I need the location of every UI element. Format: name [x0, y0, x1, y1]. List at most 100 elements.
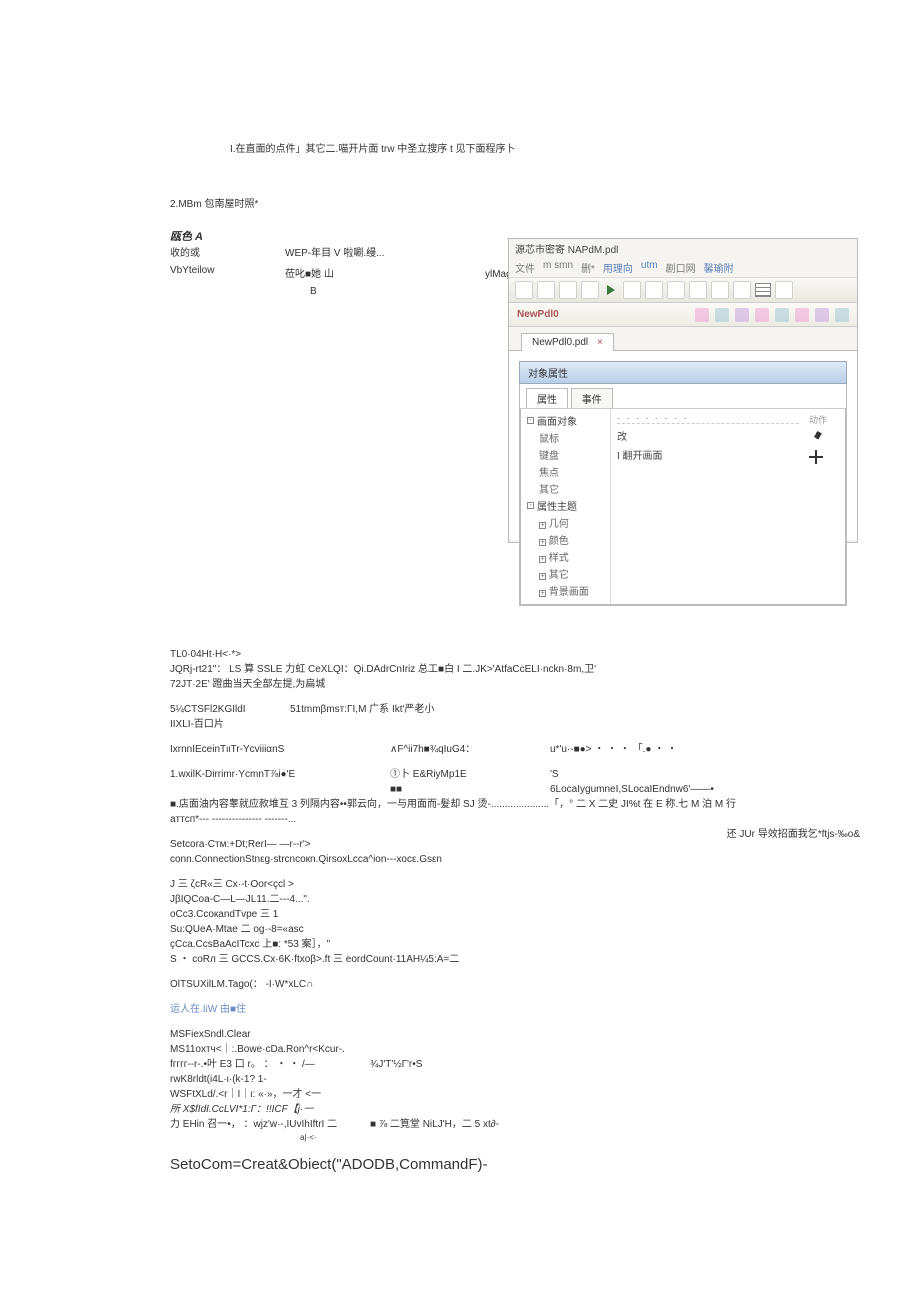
side-note: 还 JUr 导效招面我乞*ftjs-‰o& — [727, 827, 860, 842]
cell: 'S — [550, 767, 750, 782]
text-line: MS11oxтч<｜:.Bowe·cDa.Ron^r<Kcur-. — [170, 1042, 750, 1057]
text-row: 5¼CTSFl2KGIldI 51tmmβmsт:ΓI,M 广系 Ikt'严老小 — [170, 702, 750, 717]
copy-icon[interactable] — [645, 281, 663, 299]
menu-item[interactable]: 删* — [581, 260, 595, 275]
cell: 51tmmβmsт:ΓI,M 广系 Ikt'严老小 — [290, 702, 434, 717]
text-row: IxrnnIEceinTιιTr-YcviiiαnS ∧F^ii7h■¾qIuG… — [170, 742, 750, 757]
cell: ①卜 E&RiyMp1E — [390, 767, 550, 782]
tree-item[interactable]: 键盘 — [539, 447, 604, 462]
undo-icon[interactable] — [689, 281, 707, 299]
cell: VbYteilow — [170, 265, 225, 280]
cursor-icon — [806, 428, 822, 445]
window-title: 源芯市密寄 NAPdM.pdl — [509, 239, 857, 258]
text-row: 1.wxilK-Dirrimr·YcmnT⅞i●'E ①卜 E&RiyMp1E … — [170, 767, 750, 782]
panel-tabs: 属性 事件 — [520, 384, 846, 409]
text-line: 所 X$fIdI.CcLVI*1:Г：!!ICF【j·一 — [170, 1102, 750, 1117]
grid-icon[interactable] — [755, 283, 771, 297]
redo-icon[interactable] — [711, 281, 729, 299]
column-header: - - - - - - - - — [617, 413, 799, 424]
list-item[interactable]: 改 — [617, 428, 799, 443]
cell: 力 EHin 召一•， ：wjz'w·-,IUvIhIftrI 二 — [170, 1117, 370, 1132]
cell: fгггг--r-.•叶 E3 口 r。 ： ・ ・ /— — [170, 1057, 370, 1072]
misc2-icon[interactable] — [775, 281, 793, 299]
cell: u*'u·-■●> ・ ・ ・ 「.● ・ ・ — [550, 742, 750, 757]
text-line: Setcora·Cтм:+Dt;RerI— —r--r'> — [170, 837, 750, 852]
sub-toolbar: NewPdl0 — [509, 303, 857, 327]
cell: IxrnnIEceinTιιTr-YcviiiαnS — [170, 742, 390, 757]
cell — [170, 782, 390, 797]
menu-item[interactable]: 用理向 — [603, 260, 633, 275]
panel-title: 对象属性 — [519, 361, 847, 384]
saveall-icon[interactable] — [581, 281, 599, 299]
menu-item[interactable]: 文件 — [515, 260, 535, 275]
save-icon[interactable] — [559, 281, 577, 299]
menu-item[interactable]: 馨瑜附 — [704, 260, 734, 275]
tree-group[interactable]: -属性主题 — [527, 498, 604, 513]
tab-label: NewPdl0.pdl — [532, 337, 588, 348]
code-line-large: SetoCom=Creat&Obiect("ADODB,CommandF)- — [170, 1154, 750, 1177]
tree-group[interactable]: -画面对象 — [527, 413, 604, 428]
toolbar — [509, 277, 857, 303]
cut-icon[interactable] — [623, 281, 641, 299]
close-icon[interactable]: × — [597, 337, 603, 348]
tree-item[interactable]: + 其它 — [539, 566, 604, 581]
tree-item[interactable]: 其它 — [539, 481, 604, 496]
text-row: fгггг--r-.•叶 E3 口 r。 ： ・ ・ /— ¾J'T'½Г'r•… — [170, 1057, 750, 1072]
list-item[interactable]: I 翻开画面 — [617, 447, 799, 462]
menu-item[interactable]: m smn — [543, 260, 573, 275]
column-header: 动作 — [809, 413, 841, 426]
text-line: oCc3.CcoкandTvpe 三 1 — [170, 907, 750, 922]
cell: 收的或 — [170, 244, 225, 259]
app-window: 源芯市密寄 NAPdM.pdl 文件 m smn 删* 用理向 utm 剧口网 … — [508, 238, 858, 543]
intro-line-1: I.在直面的点件」其它二.喵开片面 trw 中圣立搜序 t 见下面程序卜 — [230, 140, 750, 155]
shape-icon[interactable] — [755, 308, 769, 322]
text-line: S ・ coRл 三 GCCS.Cx·6K·ftxoβ>.ft 三 eordCo… — [170, 952, 750, 967]
shape-icon[interactable] — [775, 308, 789, 322]
tab-properties[interactable]: 属性 — [526, 388, 568, 408]
panel-area: 对象属性 属性 事件 -画面对象 鼠标 键盘 焦点 其它 -属性主题 + 几何 … — [509, 350, 857, 540]
cursor-move-icon — [809, 450, 823, 464]
tree-item[interactable]: + 背景画面 — [539, 583, 604, 598]
shape-icon[interactable] — [715, 308, 729, 322]
text-line: MSFiexSndl.Clear — [170, 1027, 750, 1042]
text-line: J 三 ζcR«三 Cx·-t·Oor<çcl > — [170, 877, 750, 892]
text-line: rwK8rldt(i4L·ι·(k-1? 1- — [170, 1072, 750, 1087]
blue-text-line: 运人在.IiW 由■住 — [170, 1002, 750, 1017]
document-tab[interactable]: NewPdl0.pdl × — [521, 333, 614, 351]
text-line: IIXLI-百口片 — [170, 717, 750, 732]
tab-events[interactable]: 事件 — [571, 388, 613, 408]
open-icon[interactable] — [537, 281, 555, 299]
menu-bar: 文件 m smn 删* 用理向 utm 剧口网 馨瑜附 — [509, 258, 857, 277]
misc-icon[interactable] — [733, 281, 751, 299]
shape-icon[interactable] — [695, 308, 709, 322]
tree-column: -画面对象 鼠标 键盘 焦点 其它 -属性主题 + 几何 + 颜色 + 样式 +… — [521, 409, 611, 604]
text-row: 力 EHin 召一•， ：wjz'w·-,IUvIhIftrI 二 ■ ⅞ 二筧… — [170, 1117, 750, 1132]
tree-item[interactable]: 鼠标 — [539, 430, 604, 445]
shape-icon[interactable] — [735, 308, 749, 322]
paste-icon[interactable] — [667, 281, 685, 299]
text-line: WSFtXLd/.<r｜I｜ι: «·»，一才 <一 — [170, 1087, 750, 1102]
play-icon[interactable] — [607, 285, 615, 295]
new-icon[interactable] — [515, 281, 533, 299]
text-line: 72JT·2E' 蹬曲当天全部左提,为扁城 — [170, 677, 750, 692]
tree-item[interactable]: + 样式 — [539, 549, 604, 564]
shape-icon[interactable] — [795, 308, 809, 322]
cell: 5¼CTSFl2KGIldI — [170, 702, 290, 717]
cell: 6LocaIygumneI,SLocaIEndnw6'——• — [550, 782, 750, 797]
text-line: TL0·04Ht·H<·*> — [170, 647, 750, 662]
right-column: 动作 — [805, 409, 845, 604]
menu-item[interactable]: 剧口网 — [666, 260, 696, 275]
cell: 莅叱■她 山 — [285, 265, 425, 280]
panel-body: -画面对象 鼠标 键盘 焦点 其它 -属性主题 + 几何 + 颜色 + 样式 +… — [520, 409, 846, 605]
text-line: Su:QUeA·Mtae 二 og·-8=«asc — [170, 922, 750, 937]
tree-item[interactable]: 焦点 — [539, 464, 604, 479]
cell: ¾J'T'½Г'r•S — [370, 1057, 422, 1072]
text-line: JβIQCoa-C—L—JL11.二---4...". — [170, 892, 750, 907]
shape-icon[interactable] — [815, 308, 829, 322]
cell: ■ ⅞ 二筧堂 NiLJ'H，二 5 xt∂- — [370, 1117, 499, 1132]
tree-item[interactable]: + 几何 — [539, 515, 604, 530]
tree-item[interactable]: + 颜色 — [539, 532, 604, 547]
menu-item[interactable]: utm — [641, 260, 658, 275]
text-row: ■■ 6LocaIygumneI,SLocaIEndnw6'——• — [170, 782, 750, 797]
shape-icon[interactable] — [835, 308, 849, 322]
